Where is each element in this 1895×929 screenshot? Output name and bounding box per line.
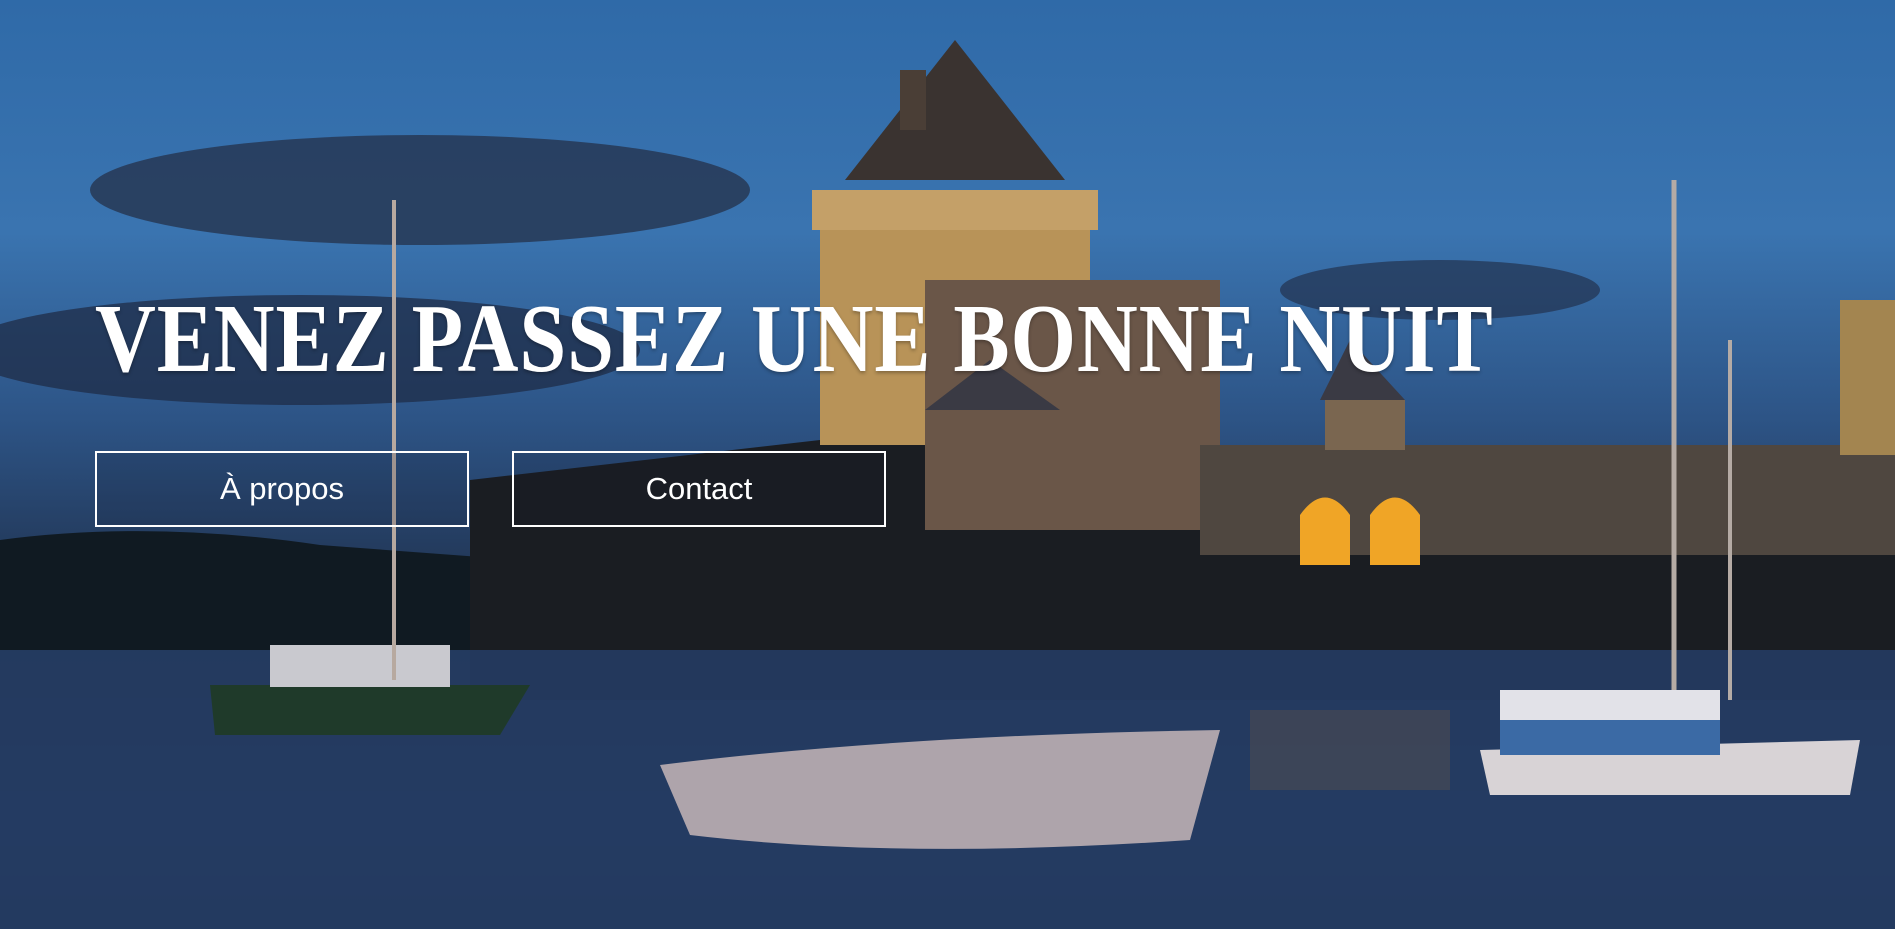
contact-button[interactable]: Contact [512, 451, 886, 527]
about-button[interactable]: À propos [95, 451, 469, 527]
hero-title: VENEZ PASSEZ UNE BONNE NUIT [95, 285, 1494, 393]
